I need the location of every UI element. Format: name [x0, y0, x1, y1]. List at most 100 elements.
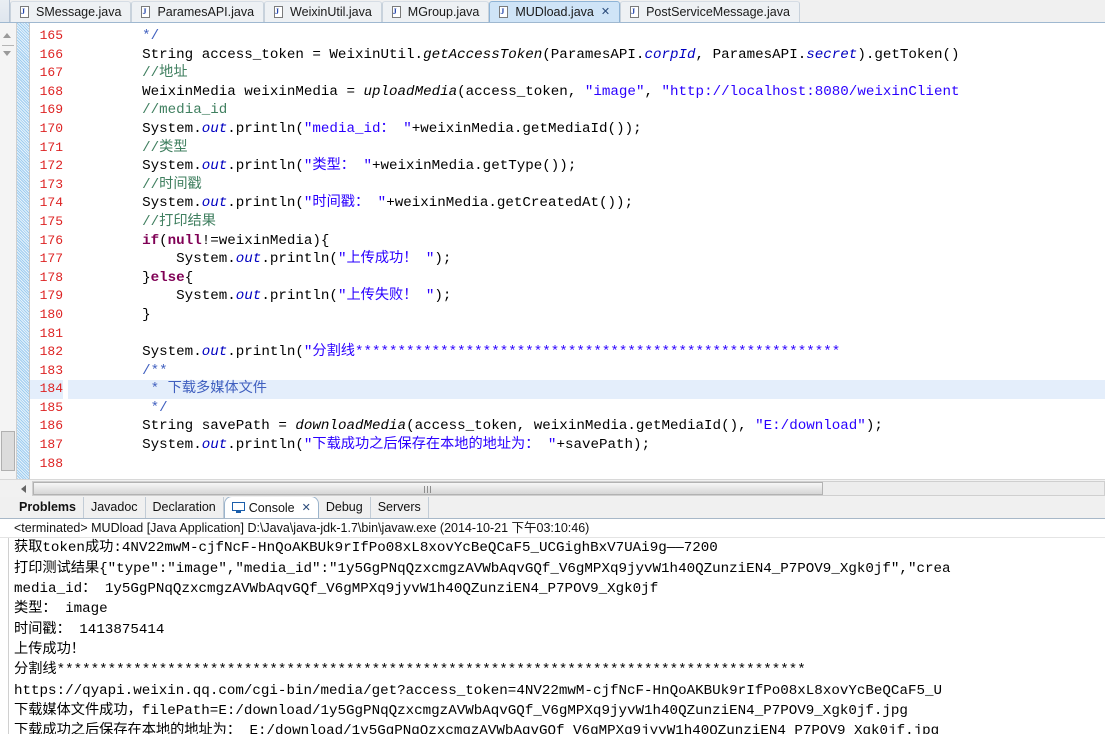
- editor-left-rail[interactable]: [0, 23, 17, 479]
- code-token: //media_id: [142, 102, 228, 119]
- code-token: "上传成功！ ": [337, 251, 435, 268]
- console-output-area[interactable]: 获取token成功:4NV22mwM-cjfNcF-HnQoAKBUk9rIfP…: [0, 538, 1105, 734]
- view-tab-javadoc[interactable]: Javadoc: [83, 497, 146, 519]
- code-token: "下载成功之后保存在本地的地址为： ": [303, 437, 557, 454]
- code-line[interactable]: */: [68, 27, 1105, 46]
- java-file-icon: J: [629, 5, 641, 19]
- rail-scroll-down-icon[interactable]: [3, 51, 11, 56]
- hscroll-thumb[interactable]: [33, 482, 823, 495]
- editor-tab-smessage-java[interactable]: J SMessage.java: [10, 1, 132, 22]
- view-tab-servers[interactable]: Servers: [370, 497, 429, 519]
- editor-horizontal-scrollbar[interactable]: [0, 479, 1105, 497]
- code-line[interactable]: if(null!=weixinMedia){: [68, 232, 1105, 251]
- code-line[interactable]: //打印结果: [68, 213, 1105, 232]
- close-icon[interactable]: ✕: [302, 501, 311, 514]
- code-token: );: [434, 288, 452, 305]
- code-content[interactable]: */ String access_token = WeixinUtil.getA…: [68, 23, 1105, 479]
- code-token: //时间戳: [142, 176, 202, 193]
- code-editor[interactable]: 165 166 167 168 169 170 171 172 173 174 175 176 177 1…: [0, 23, 1105, 479]
- code-token: ,: [644, 83, 662, 100]
- code-line[interactable]: System.out.println("上传成功！ ");: [68, 250, 1105, 269]
- scroll-left-arrow-icon[interactable]: [16, 481, 32, 497]
- code-token: "image": [584, 83, 645, 100]
- code-token: (access_token, weixinMedia.getMediaId(),: [406, 418, 756, 435]
- code-token: .println(: [227, 195, 304, 212]
- code-line[interactable]: String access_token = WeixinUtil.getAcce…: [68, 46, 1105, 65]
- tab-bar-left-edge: [0, 0, 10, 22]
- code-token: {: [184, 269, 194, 286]
- code-token: //打印结果: [142, 213, 216, 230]
- code-token: System.: [74, 158, 202, 175]
- code-token: System.: [74, 288, 236, 305]
- view-tab-console[interactable]: Console ✕: [223, 497, 319, 519]
- view-tab-problems[interactable]: Problems: [12, 497, 84, 519]
- editor-tab-label: SMessage.java: [36, 5, 122, 19]
- code-token: else: [150, 269, 185, 286]
- rail-thumb[interactable]: [1, 431, 15, 471]
- code-token: null: [167, 232, 202, 249]
- close-icon[interactable]: ✕: [601, 6, 610, 18]
- view-tab-declaration[interactable]: Declaration: [145, 497, 224, 519]
- view-tab-debug[interactable]: Debug: [318, 497, 371, 519]
- code-line[interactable]: System.out.println("下载成功之后保存在本地的地址为： "+s…: [68, 436, 1105, 455]
- code-line[interactable]: //类型: [68, 139, 1105, 158]
- code-line[interactable]: WeixinMedia weixinMedia = uploadMedia(ac…: [68, 83, 1105, 102]
- line-number: 178: [39, 269, 63, 285]
- line-number: 176: [39, 232, 63, 248]
- rail-scroll-up-icon[interactable]: [3, 33, 11, 38]
- line-number: 167: [39, 65, 63, 81]
- line-number: 188: [39, 455, 63, 471]
- editor-tab-mudload-java[interactable]: J MUDload.java ✕: [489, 1, 621, 22]
- console-line: 获取token成功:4NV22mwM-cjfNcF-HnQoAKBUk9rIfP…: [14, 540, 718, 557]
- line-number: 174: [39, 195, 63, 211]
- code-line[interactable]: System.out.println("时间戳： "+weixinMedia.g…: [68, 194, 1105, 213]
- code-line[interactable]: System.out.println("类型： "+weixinMedia.ge…: [68, 157, 1105, 176]
- line-number: 180: [39, 306, 63, 322]
- code-token: downloadMedia: [295, 418, 407, 435]
- code-line[interactable]: //地址: [68, 64, 1105, 83]
- code-line[interactable]: * 下载多媒体文件: [68, 380, 1105, 399]
- editor-tab-mgroup-java[interactable]: J MGroup.java: [381, 1, 490, 22]
- hscroll-track[interactable]: [32, 481, 1105, 496]
- editor-tab-postservicemessage-java[interactable]: J PostServiceMessage.java: [620, 1, 800, 22]
- code-line[interactable]: }else{: [68, 269, 1105, 288]
- code-line[interactable]: System.out.println("media_id： "+weixinMe…: [68, 120, 1105, 139]
- code-line[interactable]: */: [68, 399, 1105, 418]
- console-line: 类型： image: [14, 601, 108, 618]
- line-number: 170: [39, 120, 63, 136]
- code-token: uploadMedia: [363, 83, 458, 100]
- view-tab-label: Javadoc: [90, 500, 138, 515]
- console-icon: [231, 502, 245, 514]
- code-token: );: [434, 251, 452, 268]
- line-number: 165: [39, 28, 63, 43]
- code-line[interactable]: String savePath = downloadMedia(access_t…: [68, 417, 1105, 436]
- console-text[interactable]: 获取token成功:4NV22mwM-cjfNcF-HnQoAKBUk9rIfP…: [9, 538, 1105, 734]
- console-line: 分割线*************************************…: [14, 662, 806, 679]
- code-token: secret: [806, 46, 858, 63]
- code-line[interactable]: //media_id: [68, 101, 1105, 120]
- code-line[interactable]: System.out.println("分割线*****************…: [68, 343, 1105, 362]
- hscroll-grip-icon: [424, 486, 432, 493]
- code-line[interactable]: [68, 325, 1105, 344]
- code-token: "分割线************************************…: [303, 344, 841, 361]
- code-line[interactable]: System.out.println("上传失败！ ");: [68, 287, 1105, 306]
- code-line[interactable]: /**: [68, 362, 1105, 381]
- annotation-column[interactable]: [17, 23, 30, 479]
- code-token: System.: [74, 437, 202, 454]
- console-line: 时间戳： 1413875414: [14, 621, 165, 638]
- code-line[interactable]: [68, 455, 1105, 474]
- editor-tab-paramesapi-java[interactable]: J ParamesAPI.java: [131, 1, 265, 22]
- console-line: 上传成功！: [14, 641, 85, 658]
- code-line[interactable]: }: [68, 306, 1105, 325]
- editor-tab-weixinutil-java[interactable]: J WeixinUtil.java: [264, 1, 382, 22]
- code-token: (access_token,: [457, 83, 585, 100]
- code-line[interactable]: //时间戳: [68, 176, 1105, 195]
- code-token: +weixinMedia.getType());: [372, 158, 577, 175]
- code-token: +weixinMedia.getCreatedAt());: [386, 195, 634, 212]
